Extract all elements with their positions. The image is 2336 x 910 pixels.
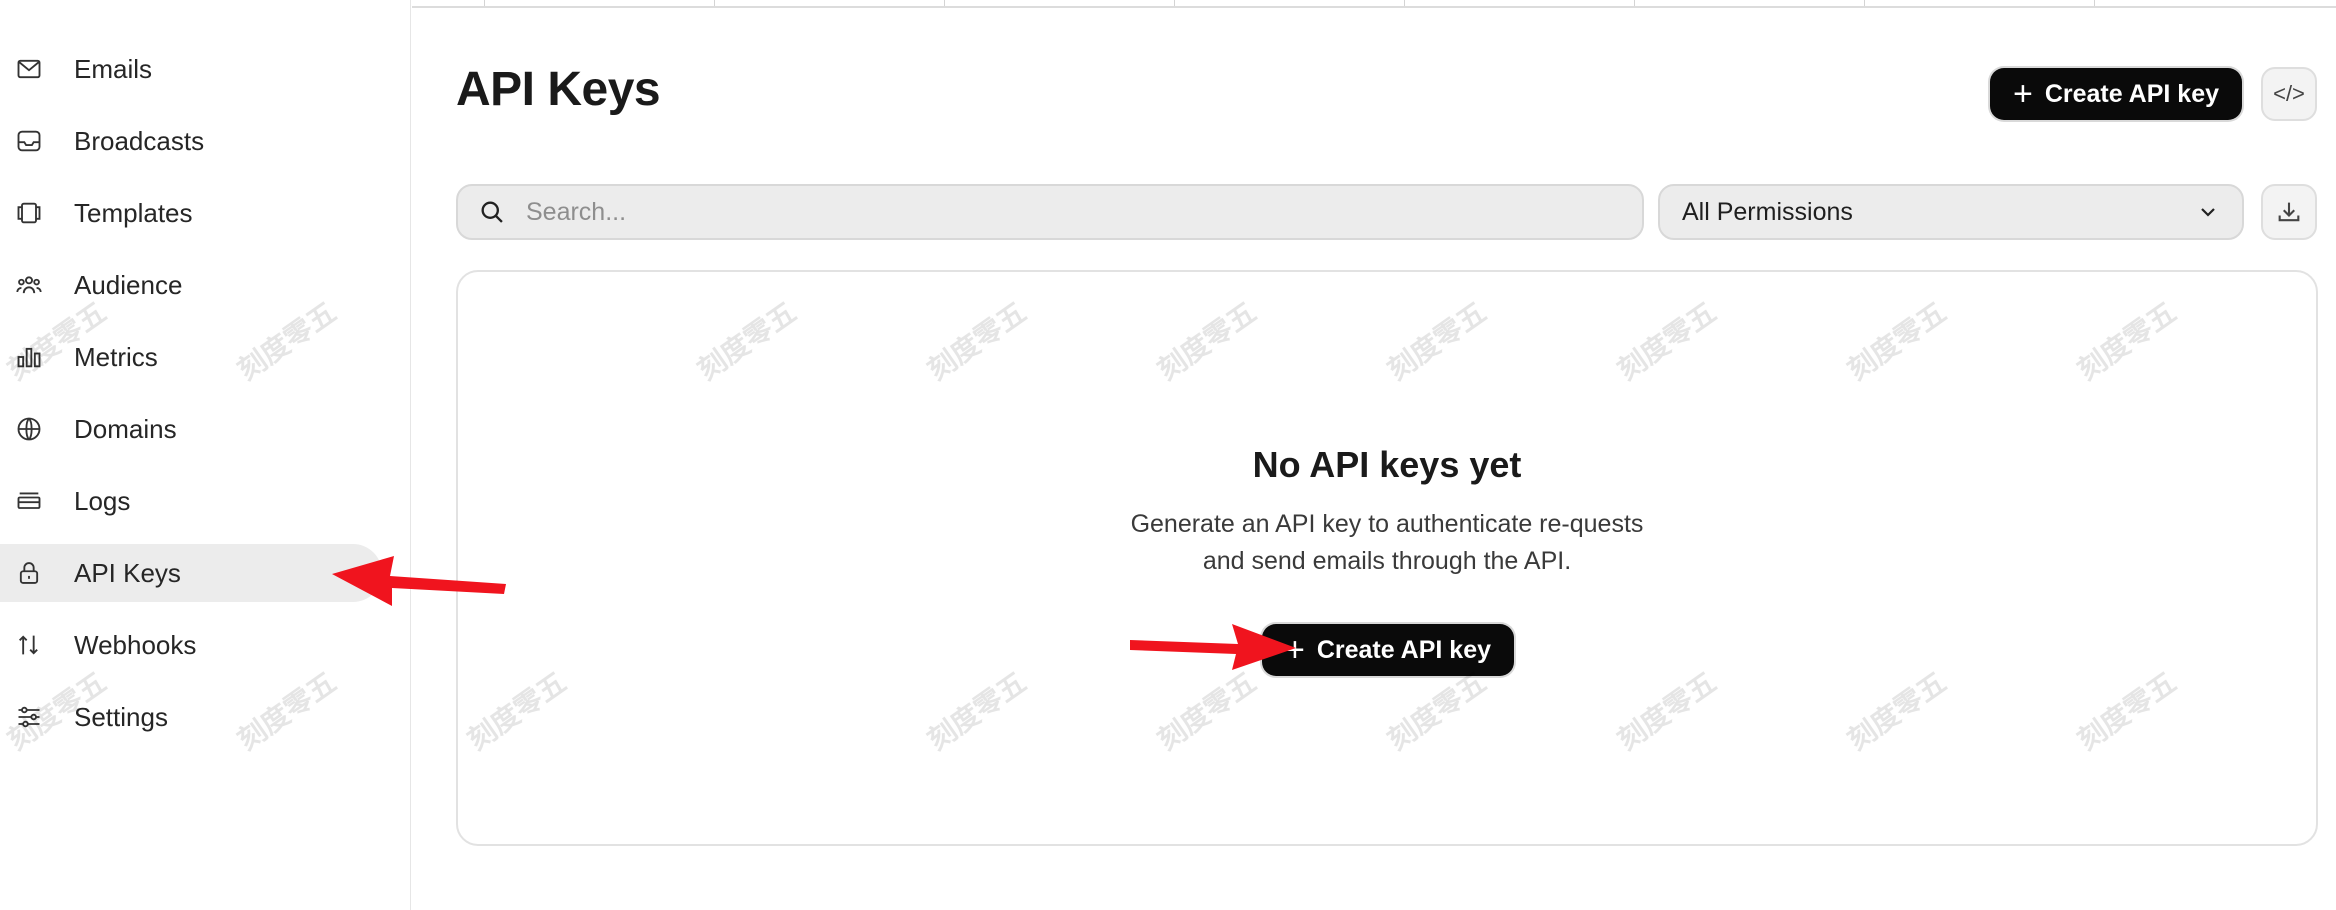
download-icon <box>2278 202 2300 222</box>
permissions-select[interactable]: All Permissions <box>1658 184 2244 240</box>
top-divider <box>412 0 2336 8</box>
sidebar-item-label: Webhooks <box>74 629 197 660</box>
ruler-tick <box>1174 0 1175 6</box>
create-api-key-button[interactable]: + Create API key <box>1990 68 2242 120</box>
search-input[interactable] <box>524 196 1608 228</box>
sidebar-item-label: Metrics <box>74 341 158 372</box>
sidebar-item-logs[interactable]: Logs <box>0 472 382 530</box>
ruler-tick <box>2094 0 2095 6</box>
sidebar-item-label: Audience <box>74 269 183 300</box>
plus-icon: + <box>1284 631 1305 669</box>
app-window: Emails Broadcasts Templates Audience Met <box>0 0 2336 910</box>
inbox-icon <box>14 126 44 156</box>
empty-state-title: No API keys yet <box>1252 444 1522 485</box>
bar-chart-icon <box>14 342 44 372</box>
sidebar-item-emails[interactable]: Emails <box>0 40 382 98</box>
sidebar-item-label: Domains <box>74 413 177 444</box>
sidebar-item-label: API Keys <box>74 557 181 588</box>
lock-icon <box>14 558 44 588</box>
sidebar-item-label: Templates <box>74 197 193 228</box>
page-title: API Keys <box>456 63 661 116</box>
sidebar-item-domains[interactable]: Domains <box>0 400 382 458</box>
empty-state-description: Generate an API key to authenticate re-q… <box>1130 510 1644 575</box>
webhooks-icon <box>14 630 44 660</box>
globe-icon <box>14 414 44 444</box>
sidebar-item-webhooks[interactable]: Webhooks <box>0 616 382 674</box>
ruler-tick <box>944 0 945 6</box>
ruler-tick <box>714 0 715 6</box>
sidebar-item-broadcasts[interactable]: Broadcasts <box>0 112 382 170</box>
sidebar-item-templates[interactable]: Templates <box>0 184 382 242</box>
ruler-tick <box>484 0 485 6</box>
logs-icon <box>14 486 44 516</box>
search-box <box>456 184 1644 240</box>
search-icon <box>481 201 503 223</box>
permissions-value: All Permissions <box>1682 197 1853 226</box>
chevron-down-icon <box>2201 208 2215 217</box>
create-api-key-label: Create API key <box>1316 635 1492 664</box>
sidebar-item-label: Settings <box>74 701 168 732</box>
sidebar-item-metrics[interactable]: Metrics <box>0 328 382 386</box>
sidebar-item-label: Broadcasts <box>74 125 205 156</box>
create-api-key-button-empty[interactable]: + Create API key <box>1262 624 1514 676</box>
create-api-key-label: Create API key <box>2044 79 2220 108</box>
sidebar-item-label: Logs <box>74 485 131 516</box>
code-view-button[interactable]: </> <box>2261 67 2317 121</box>
sidebar-item-audience[interactable]: Audience <box>0 256 382 314</box>
sidebar-item-label: Emails <box>74 53 153 84</box>
plus-icon: + <box>2012 75 2033 113</box>
empty-state-card: No API keys yet Generate an API key to a… <box>456 270 2318 846</box>
sliders-icon <box>14 702 44 732</box>
ruler-tick <box>1634 0 1635 6</box>
code-icon: </> <box>2273 81 2305 106</box>
ruler-tick <box>1404 0 1405 6</box>
ruler-tick <box>1864 0 1865 6</box>
export-button[interactable] <box>2261 184 2317 240</box>
templates-icon <box>14 198 44 228</box>
sidebar-item-settings[interactable]: Settings <box>0 688 382 746</box>
mail-icon <box>14 54 44 84</box>
sidebar: Emails Broadcasts Templates Audience Met <box>0 0 411 910</box>
users-icon <box>14 270 44 300</box>
sidebar-item-api-keys[interactable]: API Keys <box>0 544 382 602</box>
